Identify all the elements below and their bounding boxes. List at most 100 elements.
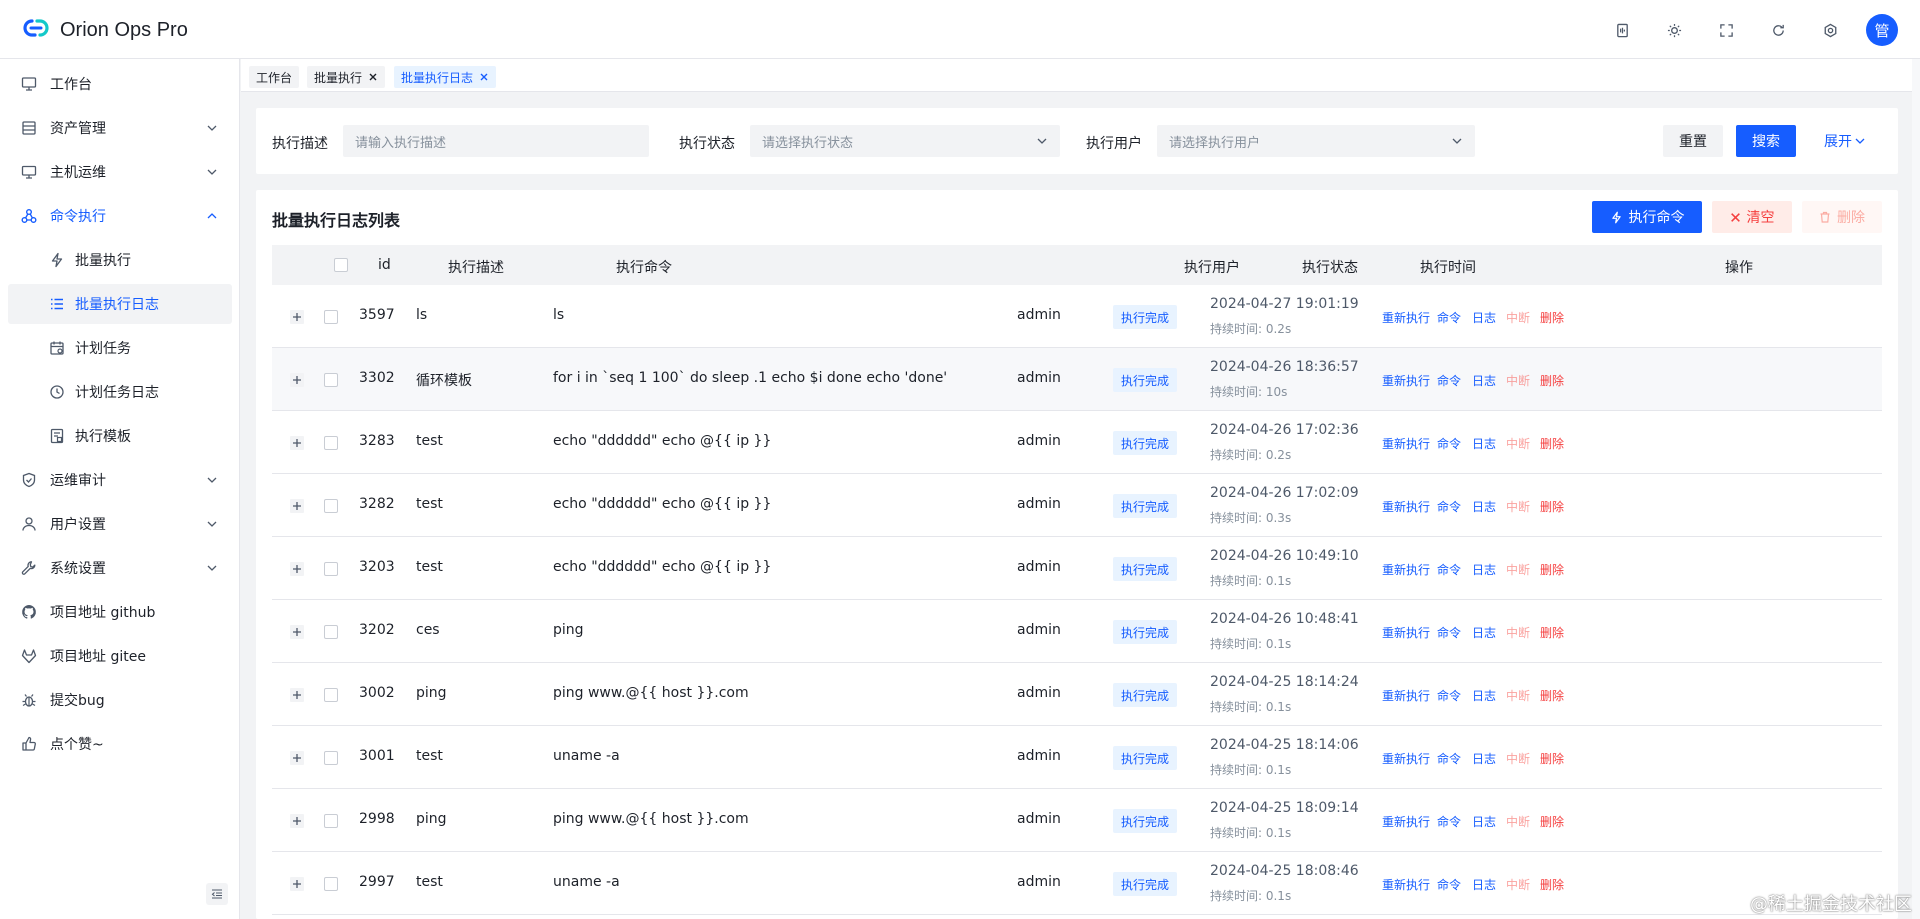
expand-row-button[interactable] <box>290 814 304 828</box>
sidebar-subitem-batch-exec-log[interactable]: 批量执行日志 <box>8 284 232 324</box>
row-checkbox[interactable] <box>324 814 338 828</box>
rerun-button[interactable]: 重新执行 <box>1382 561 1430 578</box>
command-button[interactable]: 命令 <box>1437 624 1461 641</box>
expand-row-button[interactable] <box>290 688 304 702</box>
interrupt-button[interactable]: 中断 <box>1506 498 1530 515</box>
command-button[interactable]: 命令 <box>1437 372 1461 389</box>
command-button[interactable]: 命令 <box>1437 435 1461 452</box>
delete-button[interactable]: 删除 <box>1540 624 1564 641</box>
row-checkbox[interactable] <box>324 373 338 387</box>
delete-button[interactable]: 删除 <box>1540 750 1564 767</box>
interrupt-button[interactable]: 中断 <box>1506 435 1530 452</box>
delete-button[interactable]: 删除 <box>1540 498 1564 515</box>
expand-button[interactable]: 展开 <box>1824 125 1866 157</box>
interrupt-button[interactable]: 中断 <box>1506 687 1530 704</box>
reset-button[interactable]: 重置 <box>1663 125 1723 157</box>
expand-row-button[interactable] <box>290 877 304 891</box>
status-select[interactable]: 请选择执行状态 <box>750 125 1060 157</box>
command-button[interactable]: 命令 <box>1437 309 1461 326</box>
log-button[interactable]: 日志 <box>1472 687 1496 704</box>
expand-row-button[interactable] <box>290 436 304 450</box>
sidebar-subitem-scheduled-task-log[interactable]: 计划任务日志 <box>8 372 232 412</box>
sidebar-item-audit[interactable]: 运维审计 <box>8 460 232 500</box>
clear-button[interactable]: 清空 <box>1712 201 1792 233</box>
table-row[interactable]: 3282 test echo "dddddd" echo @{{ ip }} admi… <box>272 474 1882 537</box>
avatar[interactable]: 管 <box>1866 14 1898 46</box>
row-checkbox[interactable] <box>324 310 338 324</box>
log-button[interactable]: 日志 <box>1472 372 1496 389</box>
exec-command-button[interactable]: 执行命令 <box>1592 201 1702 233</box>
command-button[interactable]: 命令 <box>1437 498 1461 515</box>
command-button[interactable]: 命令 <box>1437 750 1461 767</box>
rerun-button[interactable]: 重新执行 <box>1382 876 1430 893</box>
delete-button[interactable]: 删除 <box>1540 687 1564 704</box>
sidebar-item-submit-bug[interactable]: 提交bug <box>8 680 232 720</box>
interrupt-button[interactable]: 中断 <box>1506 561 1530 578</box>
table-row[interactable]: 3002 ping ping www.@{{ host }}.com admin 执行完… <box>272 663 1882 726</box>
row-checkbox[interactable] <box>324 562 338 576</box>
sun-icon[interactable] <box>1658 14 1690 46</box>
command-button[interactable]: 命令 <box>1437 813 1461 830</box>
row-checkbox[interactable] <box>324 751 338 765</box>
rerun-button[interactable]: 重新执行 <box>1382 687 1430 704</box>
row-checkbox[interactable] <box>324 877 338 891</box>
sidebar-item-command[interactable]: 命令执行 <box>8 196 232 236</box>
delete-button[interactable]: 删除 <box>1540 435 1564 452</box>
interrupt-button[interactable]: 中断 <box>1506 750 1530 767</box>
sidebar-item-gitee[interactable]: 项目地址 gitee <box>8 636 232 676</box>
sidebar-item-workbench[interactable]: 工作台 <box>8 64 232 104</box>
log-button[interactable]: 日志 <box>1472 750 1496 767</box>
row-checkbox[interactable] <box>324 688 338 702</box>
command-button[interactable]: 命令 <box>1437 561 1461 578</box>
close-icon[interactable] <box>479 72 489 82</box>
delete-button[interactable]: 删除 <box>1540 309 1564 326</box>
fullscreen-icon[interactable] <box>1710 14 1742 46</box>
log-button[interactable]: 日志 <box>1472 813 1496 830</box>
interrupt-button[interactable]: 中断 <box>1506 372 1530 389</box>
log-button[interactable]: 日志 <box>1472 876 1496 893</box>
expand-row-button[interactable] <box>290 625 304 639</box>
user-select[interactable]: 请选择执行用户 <box>1157 125 1475 157</box>
page-scrollbar[interactable] <box>1912 59 1920 919</box>
rerun-button[interactable]: 重新执行 <box>1382 435 1430 452</box>
sidebar-item-assets[interactable]: 资产管理 <box>8 108 232 148</box>
tab-batch-exec-log[interactable]: 批量执行日志 <box>394 66 497 88</box>
tab-workbench[interactable]: 工作台 <box>249 66 300 88</box>
command-button[interactable]: 命令 <box>1437 876 1461 893</box>
refresh-icon[interactable] <box>1762 14 1794 46</box>
expand-row-button[interactable] <box>290 751 304 765</box>
rerun-button[interactable]: 重新执行 <box>1382 750 1430 767</box>
row-checkbox[interactable] <box>324 436 338 450</box>
settings-icon[interactable] <box>1814 14 1846 46</box>
log-button[interactable]: 日志 <box>1472 498 1496 515</box>
rerun-button[interactable]: 重新执行 <box>1382 498 1430 515</box>
sidebar-item-github[interactable]: 项目地址 github <box>8 592 232 632</box>
expand-row-button[interactable] <box>290 499 304 513</box>
table-row[interactable]: 3597 ls ls admin 执行完成 2024-04-27 19:01:19 持续时间… <box>272 285 1882 348</box>
delete-button[interactable]: 删除 <box>1540 876 1564 893</box>
log-button[interactable]: 日志 <box>1472 624 1496 641</box>
table-row[interactable]: 3202 ces ping admin 执行完成 2024-04-26 10:48:41 持… <box>272 600 1882 663</box>
app-logo[interactable]: Orion Ops Pro <box>20 16 188 44</box>
rerun-button[interactable]: 重新执行 <box>1382 372 1430 389</box>
interrupt-button[interactable]: 中断 <box>1506 309 1530 326</box>
sidebar-subitem-scheduled-task[interactable]: 计划任务 <box>8 328 232 368</box>
delete-button[interactable]: 删除 <box>1540 561 1564 578</box>
sidebar-item-system-settings[interactable]: 系统设置 <box>8 548 232 588</box>
row-checkbox[interactable] <box>324 499 338 513</box>
log-button[interactable]: 日志 <box>1472 561 1496 578</box>
sidebar-item-host-ops[interactable]: 主机运维 <box>8 152 232 192</box>
sidebar-subitem-batch-exec[interactable]: 批量执行 <box>8 240 232 280</box>
table-row[interactable]: 3302 循环模板 for i in `seq 1 100` do sleep .1… <box>272 348 1882 411</box>
delete-selected-button[interactable]: 删除 <box>1802 201 1882 233</box>
rerun-button[interactable]: 重新执行 <box>1382 309 1430 326</box>
search-button[interactable]: 搜索 <box>1736 125 1796 157</box>
delete-button[interactable]: 删除 <box>1540 813 1564 830</box>
table-row[interactable]: 3283 test echo "dddddd" echo @{{ ip }} admi… <box>272 411 1882 474</box>
table-row[interactable]: 3001 test uname -a admin 执行完成 2024-04-25 18:1… <box>272 726 1882 789</box>
sidebar-item-user-settings[interactable]: 用户设置 <box>8 504 232 544</box>
table-row[interactable]: 3203 test echo "dddddd" echo @{{ ip }} admi… <box>272 537 1882 600</box>
expand-row-button[interactable] <box>290 562 304 576</box>
table-row[interactable]: 2998 ping ping www.@{{ host }}.com admin 执行完… <box>272 789 1882 852</box>
interrupt-button[interactable]: 中断 <box>1506 876 1530 893</box>
